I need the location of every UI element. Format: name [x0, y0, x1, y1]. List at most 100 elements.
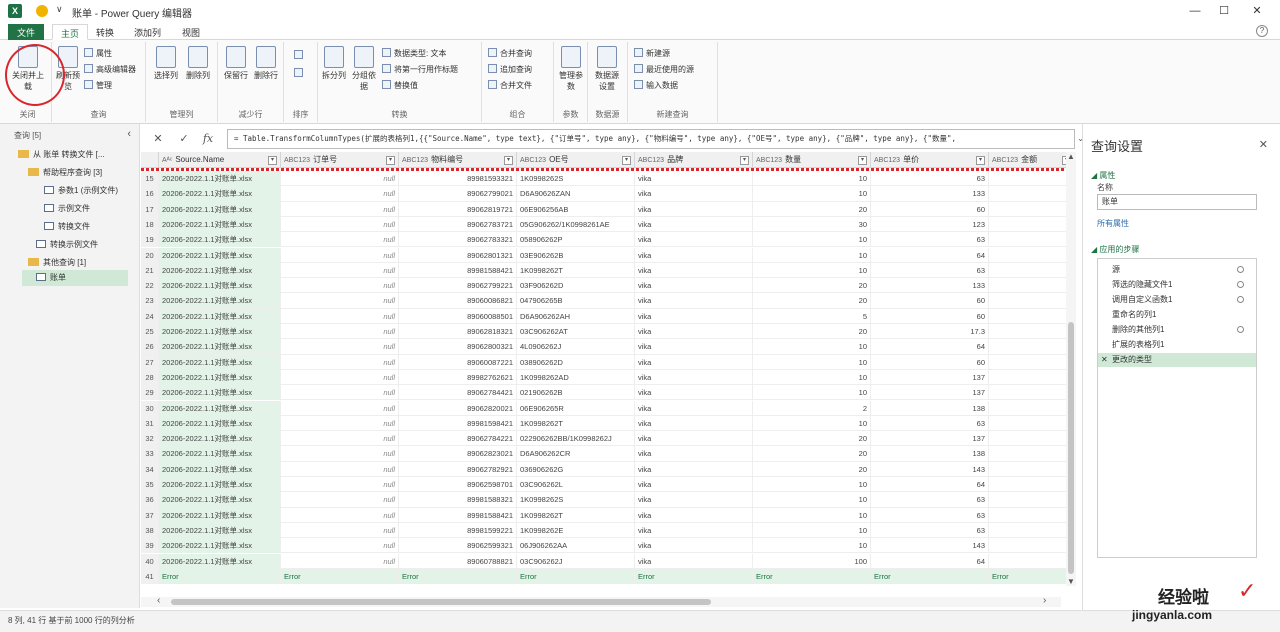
cell-oe-no[interactable]: 1K0998262AD [517, 369, 635, 385]
horizontal-scroll-thumb[interactable] [171, 599, 711, 605]
cell-amount[interactable] [989, 400, 1075, 416]
cell-order-no[interactable]: null [281, 385, 399, 401]
row-number[interactable]: 32 [141, 431, 159, 447]
column-type-icon[interactable]: ABC123 [638, 157, 664, 164]
cell-unit-price[interactable]: 133 [871, 186, 989, 202]
cell-oe-no[interactable]: D6A906262CR [517, 446, 635, 462]
cell-oe-no[interactable]: 4L0906262J [517, 339, 635, 355]
cell-source-name[interactable]: 20206-2022.1.1对账单.xlsx [159, 492, 281, 508]
vertical-scroll-thumb[interactable] [1068, 322, 1074, 574]
applied-step[interactable]: 源 [1098, 263, 1256, 277]
cell-source-name[interactable]: 20206-2022.1.1对账单.xlsx [159, 216, 281, 232]
new-source-button[interactable]: 新建源 [634, 48, 670, 60]
save-icon[interactable] [36, 5, 48, 17]
all-properties-link[interactable]: 所有属性 [1097, 218, 1129, 229]
cell-source-name[interactable]: 20206-2022.1.1对账单.xlsx [159, 538, 281, 554]
cell-material-no[interactable]: 89062599321 [399, 538, 517, 554]
cell-oe-no[interactable]: 021906262B [517, 385, 635, 401]
cell-order-no[interactable]: null [281, 232, 399, 248]
cell-brand[interactable]: vika [635, 216, 753, 232]
cell-error[interactable]: Error [159, 568, 281, 584]
cell-brand[interactable]: vika [635, 477, 753, 492]
datasource-settings-button[interactable]: 数据源设置 [593, 46, 621, 92]
nav-item-sample-file[interactable]: 示例文件 [0, 202, 140, 216]
applied-step[interactable]: 重命名的列1 [1098, 308, 1256, 322]
cell-source-name[interactable]: 20206-2022.1.1对账单.xlsx [159, 232, 281, 248]
row-number[interactable]: 36 [141, 492, 159, 508]
column-type-icon[interactable]: ABC123 [992, 157, 1018, 164]
column-type-icon[interactable]: ABC123 [520, 157, 546, 164]
cell-unit-price[interactable]: 137 [871, 369, 989, 385]
cell-order-no[interactable]: null [281, 492, 399, 508]
column-filter-dropdown-icon[interactable]: ▾ [504, 156, 513, 165]
cell-brand[interactable]: vika [635, 431, 753, 447]
recent-sources-button[interactable]: 最近使用的源 [634, 64, 694, 76]
cell-oe-no[interactable]: 036906262G [517, 461, 635, 477]
column-type-icon[interactable]: ABC123 [402, 157, 428, 164]
cell-source-name[interactable]: 20206-2022.1.1对账单.xlsx [159, 477, 281, 492]
cell-material-no[interactable]: 89062784421 [399, 385, 517, 401]
row-number[interactable]: 26 [141, 339, 159, 355]
cell-oe-no[interactable]: 1K0998262T [517, 507, 635, 523]
cell-amount[interactable] [989, 369, 1075, 385]
cell-order-no[interactable]: null [281, 415, 399, 431]
row-number[interactable]: 22 [141, 278, 159, 294]
cell-error[interactable]: Error [635, 568, 753, 584]
cell-material-no[interactable]: 89062598701 [399, 477, 517, 492]
row-number[interactable]: 25 [141, 324, 159, 339]
row-number[interactable]: 19 [141, 232, 159, 248]
cell-brand[interactable]: vika [635, 492, 753, 508]
remove-columns-button[interactable]: 删除列 [184, 46, 212, 81]
cell-material-no[interactable]: 89062801321 [399, 247, 517, 263]
cell-oe-no[interactable]: D6A90626ZAN [517, 186, 635, 202]
confirm-formula-button[interactable]: ✓ [176, 131, 192, 147]
cell-order-no[interactable]: null [281, 538, 399, 554]
cell-material-no[interactable]: 89060087221 [399, 354, 517, 370]
row-number[interactable]: 20 [141, 247, 159, 263]
cell-order-no[interactable]: null [281, 446, 399, 462]
cell-material-no[interactable]: 89062819721 [399, 201, 517, 217]
cell-unit-price[interactable]: 63 [871, 262, 989, 278]
row-number[interactable]: 23 [141, 293, 159, 309]
cell-quantity[interactable]: 20 [753, 446, 871, 462]
cell-oe-no[interactable]: 06J906262AA [517, 538, 635, 554]
cell-order-no[interactable]: null [281, 308, 399, 324]
cell-amount[interactable] [989, 324, 1075, 339]
cell-quantity[interactable]: 20 [753, 461, 871, 477]
row-number[interactable]: 21 [141, 262, 159, 278]
cell-oe-no[interactable]: 03C906262AT [517, 324, 635, 339]
cell-unit-price[interactable]: 63 [871, 232, 989, 248]
cell-amount[interactable] [989, 339, 1075, 355]
cell-quantity[interactable]: 10 [753, 171, 871, 186]
row-number[interactable]: 34 [141, 461, 159, 477]
append-queries-button[interactable]: 追加查询 [488, 64, 532, 76]
cell-oe-no[interactable]: D6A906262AH [517, 308, 635, 324]
cell-brand[interactable]: vika [635, 553, 753, 569]
cell-source-name[interactable]: 20206-2022.1.1对账单.xlsx [159, 431, 281, 447]
nav-folder-helper-queries[interactable]: 帮助程序查询 [3] [0, 166, 140, 180]
cell-source-name[interactable]: 20206-2022.1.1对账单.xlsx [159, 400, 281, 416]
cell-amount[interactable] [989, 522, 1075, 538]
cell-order-no[interactable]: null [281, 262, 399, 278]
close-settings-icon[interactable]: ✕ [1259, 138, 1268, 151]
cell-material-no[interactable]: 89981599221 [399, 522, 517, 538]
cell-order-no[interactable]: null [281, 201, 399, 217]
column-filter-dropdown-icon[interactable]: ▾ [268, 156, 277, 165]
fx-icon[interactable]: fx [200, 131, 216, 147]
cell-source-name[interactable]: 20206-2022.1.1对账单.xlsx [159, 507, 281, 523]
cell-unit-price[interactable]: 60 [871, 354, 989, 370]
cell-oe-no[interactable]: 06E906256AB [517, 201, 635, 217]
row-number[interactable]: 17 [141, 201, 159, 217]
cell-source-name[interactable]: 20206-2022.1.1对账单.xlsx [159, 385, 281, 401]
cell-unit-price[interactable]: 133 [871, 278, 989, 294]
cell-quantity[interactable]: 10 [753, 415, 871, 431]
cell-unit-price[interactable]: 63 [871, 492, 989, 508]
scroll-left-icon[interactable]: ‹ [157, 595, 160, 606]
cell-order-no[interactable]: null [281, 171, 399, 186]
cell-quantity[interactable]: 10 [753, 369, 871, 385]
column-filter-dropdown-icon[interactable]: ▾ [386, 156, 395, 165]
quick-access-dropdown[interactable]: ∨ [56, 4, 63, 15]
horizontal-scrollbar[interactable]: ‹ › [141, 595, 1061, 607]
row-number[interactable]: 41 [141, 568, 159, 584]
row-number[interactable]: 35 [141, 477, 159, 492]
